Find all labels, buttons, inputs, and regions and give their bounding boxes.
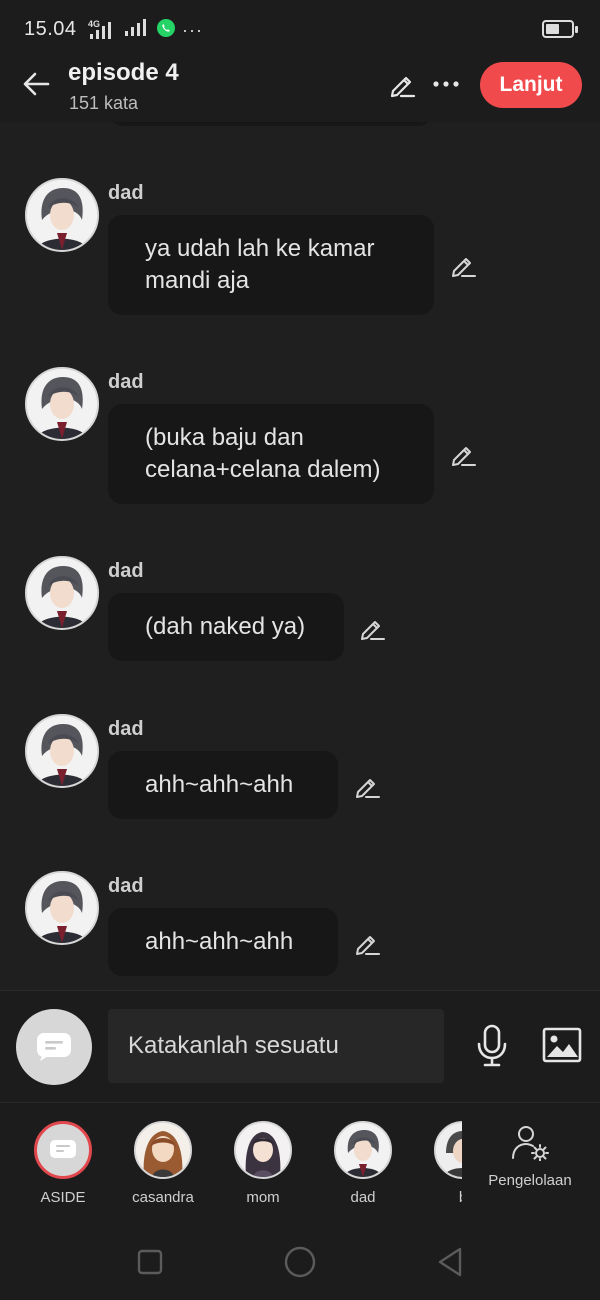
message-sender: dad [108,718,144,740]
whatsapp-icon [156,18,176,43]
message-input[interactable] [108,1009,444,1083]
chat-area[interactable]: dad ya udah lah ke kamar mandi aja dad (… [0,122,600,990]
character-mom[interactable]: mom [213,1121,313,1206]
app-bar: episode 4 151 kata Lanjut [0,56,600,122]
arrow-left-icon [23,72,50,96]
previous-message-bubble [108,122,434,126]
edit-title-button[interactable] [384,66,420,102]
circle-icon [284,1246,316,1278]
dad-portrait [27,558,97,628]
character-name: casandra [132,1189,194,1206]
pencil-icon [361,621,385,640]
back-button[interactable] [14,62,58,106]
avatar [434,1121,462,1179]
network-type-label: 4G [88,18,101,29]
manage-label: Pengelolaan [488,1172,572,1189]
avatar[interactable] [25,367,99,441]
avatar [334,1121,392,1179]
message-sender: dad [108,371,144,393]
character-aside[interactable]: ASIDE [13,1121,113,1206]
message-bubble[interactable]: ahh~ahh~ahh [108,751,338,819]
status-time: 15.04 [24,18,77,40]
edit-message-button[interactable] [350,769,384,803]
avatar[interactable] [25,556,99,630]
dad-portrait [27,180,97,250]
character-bar: ASIDE casandra mom dad b [0,1102,600,1220]
microphone-icon [477,1024,507,1067]
message-sender: dad [108,182,144,204]
next-button[interactable]: Lanjut [480,62,582,108]
image-icon [542,1027,582,1063]
triangle-left-icon [438,1247,462,1277]
avatar [134,1121,192,1179]
dad-portrait [27,873,97,943]
aside-toggle-button[interactable] [16,1009,92,1085]
character-list[interactable]: ASIDE casandra mom dad b [0,1103,462,1221]
character-b[interactable]: b [413,1121,462,1206]
pencil-icon [452,258,476,277]
signal-icon [124,19,150,42]
more-options-button[interactable] [428,66,464,102]
microphone-button[interactable] [470,1021,514,1071]
character-dad[interactable]: dad [313,1121,413,1206]
avatar [234,1121,292,1179]
back-nav-button[interactable] [430,1242,470,1282]
character-name: b [413,1189,462,1206]
user-settings-icon [512,1126,549,1162]
manage-characters-button[interactable]: Pengelolaan [480,1123,580,1189]
message-sender: dad [108,560,144,582]
battery-icon [542,20,578,38]
edit-message-button[interactable] [355,611,389,645]
pencil-icon [452,447,476,466]
square-icon [137,1249,163,1275]
home-button[interactable] [280,1242,320,1282]
edit-message-button[interactable] [350,926,384,960]
avatar[interactable] [25,178,99,252]
status-bar: 15.04 4G ··· [0,0,600,56]
word-count: 151 kata [69,93,139,113]
pencil-icon [390,76,416,98]
character-name: mom [246,1189,280,1206]
character-casandra[interactable]: casandra [113,1121,213,1206]
message-bubble[interactable]: (dah naked ya) [108,593,344,661]
edit-message-button[interactable] [446,248,480,282]
message-bubble[interactable]: ahh~ahh~ahh [108,908,338,976]
chat-bubble-icon [37,1033,71,1061]
more-dots-icon: ··· [182,20,203,40]
character-name: ASIDE [40,1189,86,1206]
message-composer [0,990,600,1102]
aside-avatar [34,1121,92,1179]
recents-button[interactable] [130,1242,170,1282]
avatar[interactable] [25,714,99,788]
avatar[interactable] [25,871,99,945]
page-title: episode 4 [68,59,179,86]
system-nav-bar [0,1220,600,1300]
message-sender: dad [108,875,144,897]
character-name: dad [350,1189,376,1206]
message-bubble[interactable]: (buka baju dan celana+celana dalem) [108,404,434,504]
status-icons: 4G ··· [88,18,203,43]
pencil-icon [356,936,380,955]
image-button[interactable] [540,1023,584,1067]
message-bubble[interactable]: ya udah lah ke kamar mandi aja [108,215,434,315]
edit-message-button[interactable] [446,437,480,471]
chat-bubble-icon [50,1140,76,1158]
dad-portrait [27,716,97,786]
signal-icon: 4G [88,18,118,40]
pencil-icon [356,779,380,798]
more-horizontal-icon [433,81,459,87]
dad-portrait [27,369,97,439]
